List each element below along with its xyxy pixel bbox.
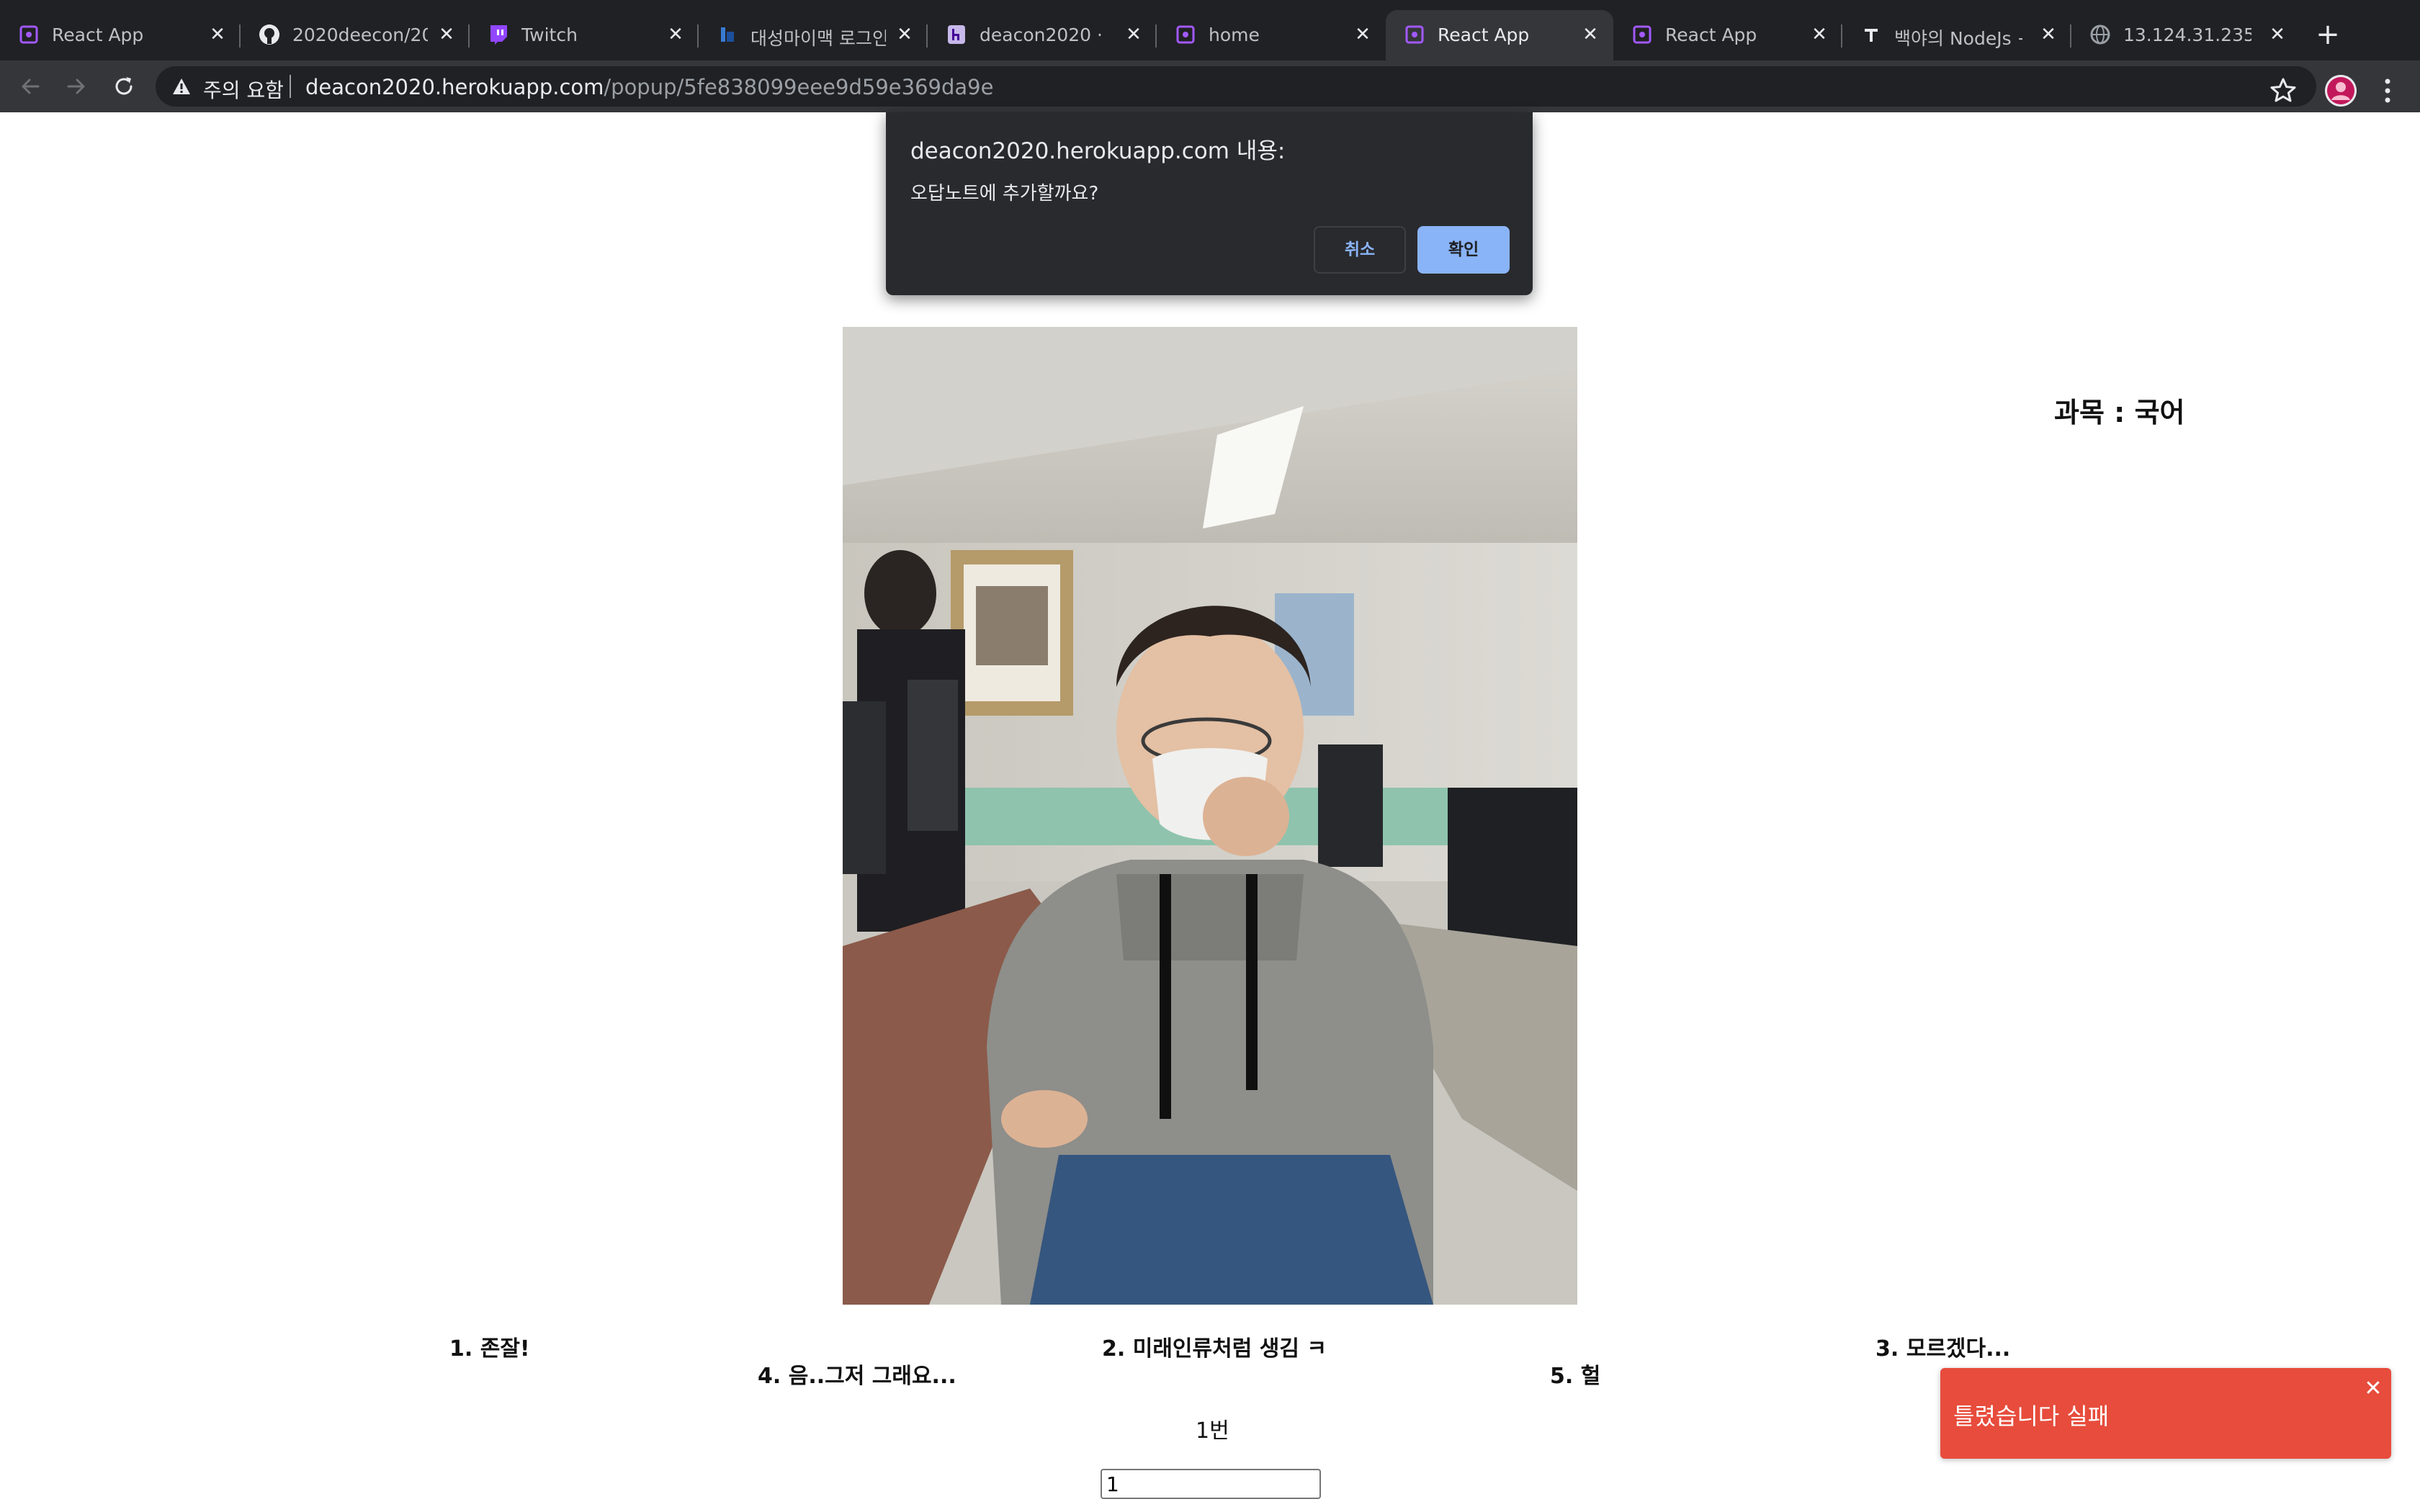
dialog-title: deacon2020.herokuapp.com 내용: <box>910 138 1286 164</box>
toast-message: 틀렸습니다 실패 <box>1953 1403 2110 1430</box>
forward-arrow-icon <box>67 78 85 94</box>
back-button[interactable] <box>14 71 46 102</box>
question-photo <box>843 327 1577 1305</box>
browser-tab[interactable]: 13.124.31.235:3 ✕ <box>2071 10 2300 60</box>
browser-tab[interactable]: 백야의 NodeJs + ✕ <box>1842 10 2071 60</box>
menu-kebab-icon[interactable] <box>2377 75 2398 107</box>
tab-title: 백야의 NodeJs + <box>1894 28 2022 49</box>
url-path: /popup/5fe838099eee9d59e369da9e <box>604 75 994 99</box>
profile-icon <box>2325 75 2357 107</box>
browser-tab[interactable]: React App ✕ <box>1613 10 1842 60</box>
confirm-button[interactable]: 확인 <box>1417 226 1510 274</box>
react-app-icon <box>17 23 40 46</box>
answer-option-2[interactable]: 2. 미래인류처럼 생김 ㅋ <box>1102 1331 1327 1362</box>
browser-tab[interactable]: Twitch ✕ <box>470 10 699 60</box>
answer-option-4[interactable]: 4. 음..그저 그래요... <box>758 1358 956 1390</box>
address-bar[interactable]: 주의 요함 deacon2020.herokuapp.com/popup/5fe… <box>156 66 2316 107</box>
url-host: deacon2020.herokuapp.com <box>305 75 604 99</box>
security-status[interactable]: 주의 요함 <box>203 75 284 104</box>
browser-tab[interactable]: 2020deecon/2020 ✕ <box>241 10 470 60</box>
close-tab-icon[interactable]: ✕ <box>1351 23 1374 46</box>
profile-avatar[interactable] <box>2325 75 2357 107</box>
react-app-icon <box>1174 23 1197 46</box>
error-toast: 틀렸습니다 실패 ✕ <box>1940 1368 2391 1459</box>
tab-title: deacon2020 · G <box>980 24 1102 45</box>
reload-icon <box>115 77 133 95</box>
tab-title: Twitch <box>521 24 578 45</box>
browser-tab[interactable]: 대성마이맥 로그인 ✕ <box>699 10 928 60</box>
question-number: 1번 <box>1196 1418 1229 1444</box>
browser-tab-strip: React App ✕ 2020deecon/2020 ✕ Twitch ✕ 대… <box>0 0 2420 60</box>
new-tab-button[interactable]: + <box>2312 20 2344 52</box>
cancel-button[interactable]: 취소 <box>1314 226 1406 274</box>
react-app-icon <box>1631 23 1654 46</box>
close-tab-icon[interactable]: ✕ <box>1579 23 1602 46</box>
close-tab-icon[interactable]: ✕ <box>1808 23 1831 46</box>
close-tab-icon[interactable]: ✕ <box>2037 23 2060 46</box>
heroku-icon <box>945 23 968 46</box>
reload-button[interactable] <box>108 71 140 102</box>
close-tab-icon[interactable]: ✕ <box>435 23 458 46</box>
tistory-icon <box>1860 23 1883 46</box>
close-tab-icon[interactable]: ✕ <box>1122 23 1145 46</box>
dialog-message: 오답노트에 추가할까요? <box>910 183 1099 204</box>
globe-icon <box>2089 23 2112 46</box>
close-tab-icon[interactable]: ✕ <box>2266 23 2289 46</box>
tab-title: React App <box>52 24 144 45</box>
close-tab-icon[interactable]: ✕ <box>664 23 687 46</box>
url-text[interactable]: deacon2020.herokuapp.com/popup/5fe838099… <box>305 75 993 99</box>
answer-option-1[interactable]: 1. 존잘! <box>449 1331 530 1362</box>
tab-title: 13.124.31.235:3 <box>2123 24 2251 45</box>
tab-title: 2020deecon/2020 <box>292 24 428 45</box>
browser-tab-active[interactable]: React App ✕ <box>1386 10 1613 60</box>
react-app-icon <box>1403 23 1426 46</box>
browser-tab[interactable]: React App ✕ <box>0 10 241 60</box>
answer-input[interactable] <box>1101 1469 1321 1499</box>
browser-tab[interactable]: deacon2020 · G ✕ <box>928 10 1157 60</box>
browser-tab[interactable]: home ✕ <box>1157 10 1386 60</box>
omnibox-divider <box>290 75 291 98</box>
close-tab-icon[interactable]: ✕ <box>206 23 229 46</box>
forward-button[interactable] <box>60 71 92 102</box>
close-tab-icon[interactable]: ✕ <box>893 23 916 46</box>
tab-title: home <box>1209 24 1260 45</box>
answer-option-5[interactable]: 5. 헐 <box>1550 1358 1600 1390</box>
tab-title: 대성마이맥 로그인 <box>750 28 886 49</box>
tab-title: React App <box>1438 24 1530 45</box>
tab-title: React App <box>1665 24 1757 45</box>
subject-label: 과목 : 국어 <box>2054 397 2185 428</box>
twitch-icon <box>487 23 510 46</box>
bookmark-star-icon[interactable] <box>2269 76 2298 105</box>
back-arrow-icon <box>22 78 40 94</box>
warning-icon[interactable] <box>171 76 192 96</box>
classroom-photo <box>843 327 1577 1305</box>
github-icon <box>258 23 281 46</box>
close-icon[interactable]: ✕ <box>2362 1378 2384 1400</box>
daesung-icon <box>716 23 739 46</box>
answer-option-3[interactable]: 3. 모르겠다... <box>1876 1331 2010 1362</box>
browser-toolbar: 주의 요함 deacon2020.herokuapp.com/popup/5fe… <box>0 60 2420 112</box>
confirm-dialog: deacon2020.herokuapp.com 내용: 오답노트에 추가할까요… <box>886 112 1533 295</box>
